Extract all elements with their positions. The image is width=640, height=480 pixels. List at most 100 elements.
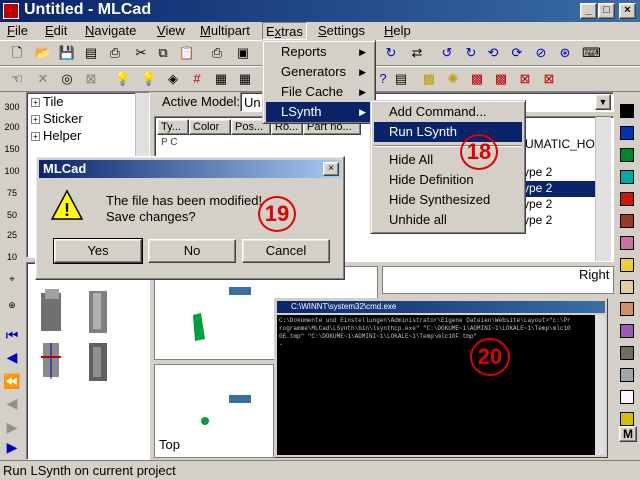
color-swatch[interactable]: [620, 170, 634, 184]
zoom-200-icon[interactable]: 200: [3, 118, 21, 136]
zoom-mag-icon[interactable]: ⊕: [3, 296, 21, 314]
menu-item-generators[interactable]: Generators ▶: [266, 62, 372, 82]
forward-icon[interactable]: ▶: [3, 418, 21, 436]
color-swatch[interactable]: [620, 214, 634, 228]
zoom-fit-icon[interactable]: ⌖: [3, 270, 21, 288]
keyboard-icon[interactable]: ⌨: [582, 44, 601, 62]
print-preview-icon[interactable]: ⎙: [208, 44, 226, 62]
maximize-button[interactable]: □: [598, 3, 615, 19]
color-swatch[interactable]: [620, 346, 634, 360]
menu-navigate[interactable]: Navigate: [82, 22, 139, 40]
menu-edit[interactable]: Edit: [42, 22, 70, 40]
tree-item-sticker[interactable]: + Sticker: [31, 110, 83, 128]
rotate-z-icon[interactable]: ⟳: [508, 44, 526, 62]
color-swatch[interactable]: [620, 412, 634, 426]
grid-icon[interactable]: #: [188, 70, 206, 88]
color-swatch[interactable]: [620, 258, 634, 272]
dialog-close-button[interactable]: ×: [323, 162, 339, 176]
menu-view[interactable]: View: [154, 22, 188, 40]
cmd-scrollbar[interactable]: [595, 315, 605, 455]
first-step-icon[interactable]: ⏮: [3, 326, 21, 344]
close-button[interactable]: ×: [619, 3, 636, 19]
rotate-y-icon[interactable]: ⟲: [484, 44, 502, 62]
next-step-icon[interactable]: ▶: [3, 438, 21, 456]
ring-icon[interactable]: ◎: [58, 70, 76, 88]
color-swatch[interactable]: [620, 236, 634, 250]
light-icon[interactable]: 💡: [114, 70, 132, 88]
column-type[interactable]: Ty...: [157, 119, 189, 135]
print-icon[interactable]: ⎙: [106, 44, 124, 62]
remove-all-icon[interactable]: ⊠: [540, 70, 558, 88]
minimize-button[interactable]: _: [580, 3, 597, 19]
menu-item-lsynth[interactable]: LSynth ▶: [266, 102, 372, 122]
color-swatch[interactable]: [620, 192, 634, 206]
prev-step-icon[interactable]: ◀: [3, 348, 21, 366]
rotate-right-icon[interactable]: ↻: [462, 44, 480, 62]
menu-item-reports[interactable]: Reports ▶: [266, 42, 372, 62]
no-button[interactable]: No: [148, 239, 236, 263]
app-icon[interactable]: [3, 3, 19, 19]
rotate-x-icon[interactable]: ↻: [382, 44, 400, 62]
column-color[interactable]: Color: [189, 119, 231, 135]
menu-item-add-command[interactable]: Add Command...: [374, 102, 522, 122]
color-swatch[interactable]: [620, 148, 634, 162]
chevron-down-icon[interactable]: ▼: [595, 94, 611, 110]
menu-file[interactable]: File: [4, 22, 31, 40]
cut-icon[interactable]: ✂: [132, 44, 150, 62]
cancel-button[interactable]: Cancel: [242, 239, 330, 263]
cmd-output[interactable]: C:\Dokumente und Einstellungen\Administr…: [277, 315, 595, 455]
part-icon[interactable]: ▩: [468, 70, 486, 88]
info-icon[interactable]: ▤: [392, 70, 410, 88]
color-swatch[interactable]: [620, 368, 634, 382]
menu-item-hide-synthesized[interactable]: Hide Synthesized: [374, 190, 522, 210]
copy-icon[interactable]: ⧉: [154, 44, 172, 62]
properties-icon[interactable]: ▣: [234, 44, 252, 62]
color-swatch[interactable]: [620, 280, 634, 294]
menu-settings[interactable]: Settings: [315, 22, 368, 40]
menu-item-hide-definition[interactable]: Hide Definition: [374, 170, 522, 190]
view-top[interactable]: Top: [154, 364, 274, 458]
zoom-75-icon[interactable]: 75: [3, 184, 21, 202]
remove-part-icon[interactable]: ⊠: [516, 70, 534, 88]
rotate-left-icon[interactable]: ↺: [438, 44, 456, 62]
color-swatch[interactable]: [620, 390, 634, 404]
snap-icon[interactable]: ⊠: [82, 70, 100, 88]
table-row[interactable]: P C: [161, 137, 178, 148]
yes-button[interactable]: Yes: [53, 238, 143, 264]
more-colors-button[interactable]: M: [619, 426, 637, 442]
zoom-50-icon[interactable]: 50: [3, 206, 21, 224]
grid3-icon[interactable]: ▦: [236, 70, 254, 88]
back-icon[interactable]: ◀: [3, 394, 21, 412]
tree-item-tile[interactable]: + Tile: [31, 93, 63, 111]
part-list-scrollbar[interactable]: [595, 117, 611, 261]
color-swatch[interactable]: [620, 324, 634, 338]
save-icon[interactable]: 💾: [58, 44, 76, 62]
hide-part-icon[interactable]: ▩: [492, 70, 510, 88]
rotate-axis-icon[interactable]: ⊘: [532, 44, 550, 62]
rotate-free-icon[interactable]: ⊛: [556, 44, 574, 62]
lamp-icon[interactable]: 💡: [140, 70, 158, 88]
delete-icon[interactable]: ✕: [34, 70, 52, 88]
help-icon[interactable]: ?: [374, 70, 392, 88]
new-icon[interactable]: 🗋: [8, 44, 26, 62]
menu-multipart[interactable]: Multipart: [197, 22, 253, 40]
view-right[interactable]: Right: [382, 266, 614, 294]
zoom-10-icon[interactable]: 10: [3, 248, 21, 266]
menu-help[interactable]: Help: [381, 22, 414, 40]
zoom-150-icon[interactable]: 150: [3, 140, 21, 158]
list-fragment-selected[interactable]: ype 2: [519, 181, 595, 197]
hide-icon[interactable]: ◈: [164, 70, 182, 88]
save-all-icon[interactable]: ▤: [82, 44, 100, 62]
zoom-100-icon[interactable]: 100: [3, 162, 21, 180]
sun-icon[interactable]: ✺: [444, 70, 462, 88]
zoom-25-icon[interactable]: 25: [3, 226, 21, 244]
zoom-300-icon[interactable]: 300: [3, 98, 21, 116]
menu-item-run-lsynth[interactable]: Run LSynth: [374, 122, 522, 142]
paste-icon[interactable]: 📋: [178, 44, 196, 62]
menu-item-file-cache[interactable]: File Cache ▶: [266, 82, 372, 102]
color-swatch[interactable]: [620, 126, 634, 140]
menu-item-unhide-all[interactable]: Unhide all: [374, 210, 522, 230]
color-swatch[interactable]: [620, 302, 634, 316]
bricks-icon[interactable]: ▩: [420, 70, 438, 88]
hand-icon[interactable]: ☜: [8, 70, 26, 88]
